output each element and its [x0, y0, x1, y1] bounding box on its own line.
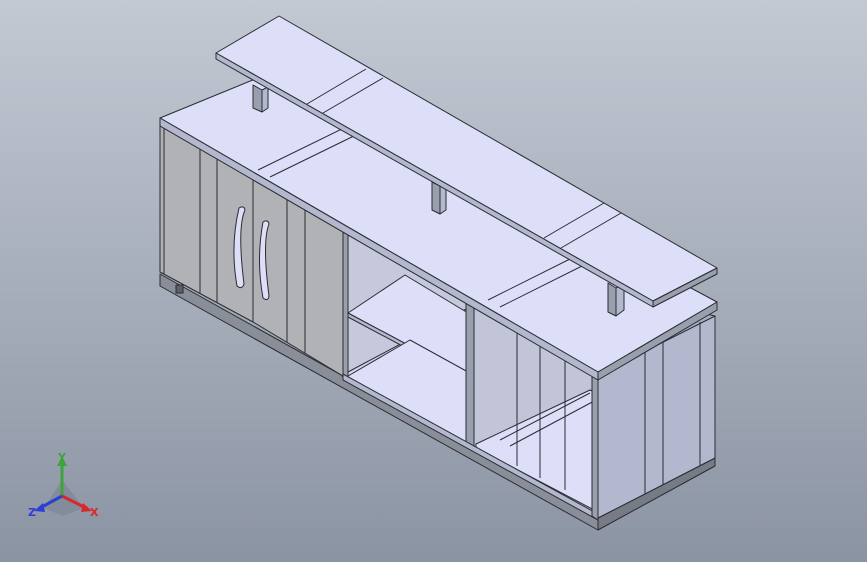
shelf-support-middle — [431, 181, 441, 215]
shelf-support-right — [607, 282, 617, 317]
triad-x-label: X — [90, 506, 99, 519]
divider-middle — [465, 297, 475, 449]
triad-z-label: Z — [28, 506, 36, 519]
cabinet-right-front-post — [591, 371, 599, 521]
cabinet-foot-left — [175, 284, 184, 294]
shelf-support-left — [252, 84, 263, 113]
graphics-viewport[interactable]: Y X Z — [0, 0, 867, 562]
model-canvas[interactable]: Y X Z — [0, 0, 867, 562]
triad-y-label: Y — [57, 451, 67, 464]
shelf-support-left-face — [261, 86, 269, 113]
